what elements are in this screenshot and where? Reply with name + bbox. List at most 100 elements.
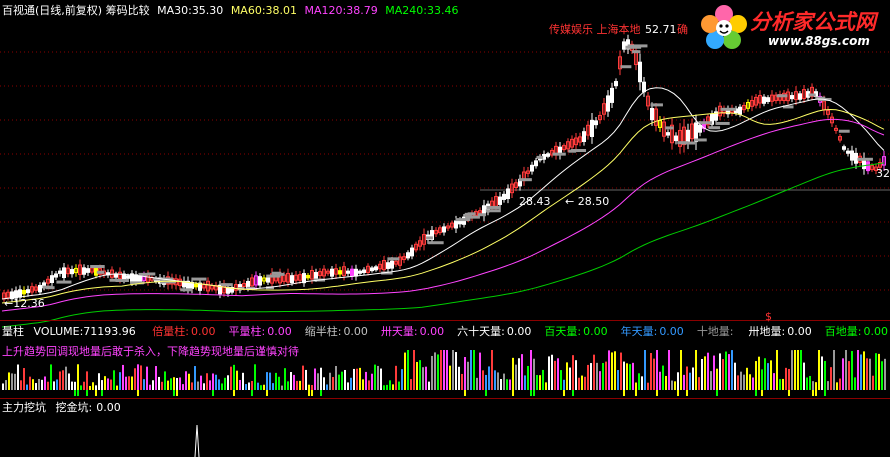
volume-bar	[719, 353, 721, 390]
candle-body	[354, 268, 358, 277]
volume-bar	[254, 364, 256, 390]
volume-bar	[95, 385, 97, 390]
volume-bar	[647, 382, 649, 390]
chip-mark	[277, 272, 285, 276]
chip-mark	[698, 121, 713, 125]
volume-bar	[128, 376, 130, 390]
volume-bar	[842, 358, 844, 390]
chip-mark	[677, 141, 689, 145]
candle-body	[82, 267, 86, 275]
volume-flag	[464, 390, 466, 396]
volume-bar	[698, 377, 700, 390]
volume-bar	[518, 358, 520, 390]
volume-bar	[356, 368, 358, 390]
volume-bar	[782, 378, 784, 390]
volume-bar	[584, 376, 586, 390]
volume-bar	[821, 356, 823, 390]
candle-body	[458, 220, 462, 225]
volume-bar	[662, 365, 664, 390]
volume-bar	[347, 382, 349, 390]
volume-bar	[194, 366, 196, 390]
candle-body	[390, 260, 394, 269]
volume-bar	[281, 385, 283, 390]
volume-bar	[182, 384, 184, 390]
volume-bar	[797, 350, 799, 390]
candle-body	[546, 153, 550, 157]
volume-bar	[71, 381, 73, 390]
volume-indicator-item: 卅地量: 0.00	[749, 325, 812, 338]
volume-bar	[59, 371, 61, 390]
volume-bar	[743, 374, 745, 390]
volume-bar	[779, 379, 781, 390]
volume-flag	[485, 390, 487, 396]
volume-bar	[569, 367, 571, 390]
volume-indicator-value: 0.00	[419, 325, 445, 338]
volume-bar	[140, 365, 142, 390]
volume-bar	[359, 367, 361, 390]
volume-bar	[380, 368, 382, 390]
volume-bar	[263, 384, 265, 390]
volume-bar	[104, 376, 106, 390]
volume-bar	[551, 354, 553, 390]
volume-bar	[152, 380, 154, 390]
volume-bar	[809, 375, 811, 390]
candle-body	[866, 161, 870, 172]
volume-bar	[404, 352, 406, 390]
volume-bar	[860, 354, 862, 390]
volume-bar	[656, 350, 658, 390]
volume-flag	[677, 390, 679, 396]
volume-bar	[44, 376, 46, 390]
volume-bar	[35, 383, 37, 390]
volume-bar	[200, 375, 202, 390]
volume-bar	[419, 360, 421, 390]
volume-bar	[230, 366, 232, 390]
volume-bar	[602, 363, 604, 390]
volume-flag	[86, 390, 88, 396]
chip-mark	[42, 285, 53, 289]
volume-flag	[173, 390, 175, 396]
volume-bar	[329, 372, 331, 390]
volume-bar	[728, 354, 730, 390]
volume-bar	[800, 350, 802, 390]
volume-bar	[650, 353, 652, 390]
volume-bar	[83, 381, 85, 390]
candle-body	[314, 272, 318, 279]
volume-bar	[776, 350, 778, 390]
volume-bar	[524, 375, 526, 390]
volume-bar	[560, 370, 562, 390]
volume-flag	[212, 390, 214, 396]
volume-flag	[533, 390, 535, 396]
volume-bar	[221, 383, 223, 390]
volume-flag	[755, 390, 757, 396]
volume-bar	[74, 381, 76, 390]
volume-indicator-label: 倍量柱:	[152, 325, 189, 338]
mid-price-value-2: 28.50	[577, 195, 610, 208]
volume-bar	[692, 367, 694, 390]
volume-bar	[482, 370, 484, 390]
ma120-value: 38.79	[346, 4, 378, 17]
chip-mark	[620, 65, 632, 69]
flower-icon	[701, 5, 747, 49]
volume-bar	[878, 353, 880, 390]
chip-mark	[180, 288, 193, 292]
chart-title: 百视通(日线,前复权)	[2, 4, 103, 17]
chip-mark	[426, 236, 433, 240]
volume-bar	[218, 379, 220, 390]
volume-bar	[752, 377, 754, 390]
volume-bar	[749, 374, 751, 390]
volume-indicator-item: 六十天量: 0.00	[457, 325, 531, 338]
chip-mark	[485, 209, 501, 213]
compare-label[interactable]: 筹码比较	[106, 4, 150, 17]
volume-bar	[884, 358, 886, 390]
volume-bar	[500, 379, 502, 390]
volume-panel-name: 量柱	[2, 325, 24, 338]
volume-bar	[11, 373, 13, 390]
volume-bar	[80, 385, 82, 390]
candle-body	[306, 274, 310, 279]
volume-indicator-label: 卅天量:	[380, 325, 418, 338]
volume-bar	[608, 350, 610, 390]
volume-bar	[143, 379, 145, 390]
volume-bar	[395, 365, 397, 390]
volume-bar	[689, 372, 691, 390]
volume-bar	[515, 364, 517, 390]
